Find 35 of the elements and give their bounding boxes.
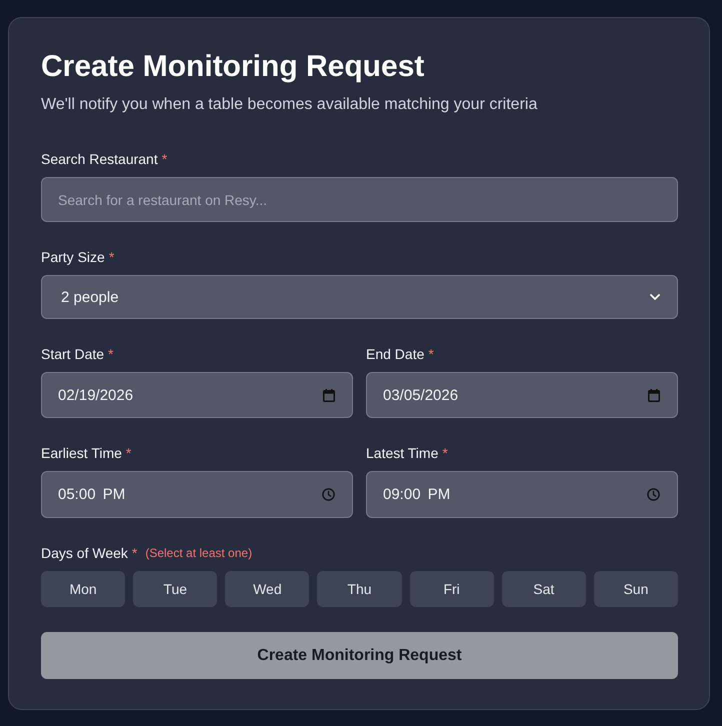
required-mark: * bbox=[428, 345, 434, 364]
calendar-icon bbox=[648, 388, 660, 402]
day-toggle-button[interactable]: Fri bbox=[410, 571, 494, 607]
field-label: Earliest Time bbox=[41, 444, 122, 463]
field-label: End Date bbox=[366, 345, 424, 364]
clock-icon bbox=[647, 488, 660, 501]
field-label: Party Size bbox=[41, 248, 105, 267]
validation-hint: (Select at least one) bbox=[145, 545, 252, 562]
required-mark: * bbox=[162, 150, 168, 169]
required-mark: * bbox=[132, 544, 138, 563]
required-mark: * bbox=[126, 444, 132, 463]
day-toggle-button[interactable]: Tue bbox=[133, 571, 218, 607]
day-toggle-button[interactable]: Sat bbox=[502, 571, 586, 607]
required-mark: * bbox=[442, 444, 448, 463]
day-toggle-button[interactable]: Wed bbox=[225, 571, 310, 607]
date-field[interactable]: 02/19/2026 bbox=[41, 372, 353, 418]
required-mark: * bbox=[108, 345, 114, 364]
day-toggle-button[interactable]: Sun bbox=[594, 571, 678, 607]
field-label: Days of Week bbox=[41, 544, 128, 563]
required-mark: * bbox=[108, 248, 114, 267]
field-label: Start Date bbox=[41, 345, 104, 364]
day-toggle-button[interactable]: Mon bbox=[41, 571, 126, 607]
time-field[interactable]: 05:00 PM bbox=[41, 471, 353, 518]
date-field[interactable]: 03/05/2026 bbox=[366, 372, 678, 418]
field-label: Search Restaurant bbox=[41, 150, 158, 169]
day-toggle-button[interactable]: Thu bbox=[317, 571, 402, 607]
search-field[interactable]: Search for a restaurant on Resy... bbox=[41, 177, 678, 222]
clock-icon bbox=[322, 488, 335, 501]
field-label: Latest Time bbox=[366, 444, 438, 463]
form-title: Create Monitoring Request bbox=[41, 49, 426, 85]
dropdown-field[interactable]: 2 people bbox=[41, 275, 678, 319]
calendar-icon bbox=[323, 388, 335, 402]
time-field[interactable]: 09:00 PM bbox=[366, 471, 678, 518]
chevron-down-icon bbox=[650, 294, 660, 300]
form-subtitle: We'll notify you when a table becomes available matching your criteria bbox=[41, 95, 538, 115]
